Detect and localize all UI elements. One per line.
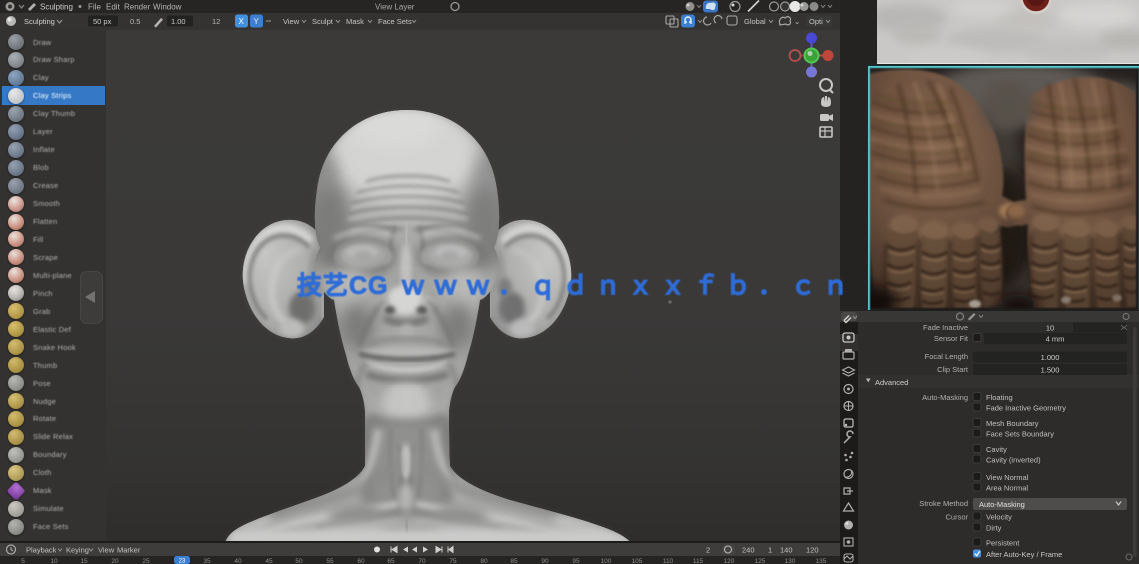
svg-text:Cavity (inverted): Cavity (inverted) — [986, 456, 1041, 465]
svg-text:Face Sets Boundary: Face Sets Boundary — [986, 430, 1054, 439]
svg-text:15: 15 — [80, 558, 88, 564]
svg-text:10: 10 — [1046, 324, 1054, 333]
svg-text:100: 100 — [601, 558, 612, 564]
svg-text:1.000: 1.000 — [1041, 353, 1060, 362]
svg-text:Clip Start: Clip Start — [937, 365, 969, 374]
svg-text:50 px: 50 px — [93, 17, 112, 26]
svg-text:Keying: Keying — [66, 546, 89, 555]
svg-text:120: 120 — [806, 546, 819, 555]
svg-text:Face Sets: Face Sets — [378, 17, 412, 26]
svg-text:1: 1 — [768, 546, 772, 555]
svg-text:After Auto-Key / Frame: After Auto-Key / Frame — [986, 550, 1062, 559]
svg-text:View: View — [98, 546, 115, 555]
svg-text:Advanced: Advanced — [875, 378, 908, 387]
svg-text:Render: Render — [124, 3, 151, 12]
svg-text:0.5: 0.5 — [130, 17, 140, 26]
svg-text:85: 85 — [510, 558, 518, 564]
svg-text:Auto-Masking: Auto-Masking — [979, 500, 1025, 509]
svg-text:File: File — [88, 3, 101, 12]
svg-text:23: 23 — [179, 559, 186, 564]
svg-text:40: 40 — [234, 558, 242, 564]
svg-text:Velocity: Velocity — [986, 513, 1012, 522]
svg-text:Cursor: Cursor — [945, 513, 968, 522]
svg-text:1.00: 1.00 — [171, 17, 186, 26]
svg-text:35: 35 — [203, 558, 211, 564]
svg-text:55: 55 — [326, 558, 334, 564]
svg-text:12: 12 — [212, 17, 220, 26]
svg-text:Marker: Marker — [117, 546, 141, 555]
svg-text:50: 50 — [295, 558, 303, 564]
svg-text:Area Normal: Area Normal — [986, 484, 1028, 493]
svg-text:Sculpting: Sculpting — [40, 3, 73, 12]
svg-text:View Normal: View Normal — [986, 473, 1029, 482]
svg-text:View: View — [283, 17, 300, 26]
svg-text:25: 25 — [142, 558, 150, 564]
svg-text:120: 120 — [724, 558, 735, 564]
svg-text:Playback: Playback — [26, 546, 57, 555]
svg-text:20: 20 — [111, 558, 119, 564]
svg-text:80: 80 — [480, 558, 488, 564]
svg-text:Window: Window — [153, 3, 182, 12]
svg-text:Fade Inactive Geometry: Fade Inactive Geometry — [986, 404, 1066, 413]
svg-text:Fade Inactive: Fade Inactive — [923, 323, 968, 332]
svg-text:125: 125 — [755, 558, 766, 564]
svg-text:75: 75 — [449, 558, 457, 564]
svg-text:1.500: 1.500 — [1041, 366, 1060, 375]
svg-text:Cavity: Cavity — [986, 445, 1007, 454]
svg-text:Y: Y — [254, 17, 260, 26]
svg-text:Floating: Floating — [986, 393, 1013, 402]
svg-text:105: 105 — [632, 558, 643, 564]
svg-text:Sensor Fit: Sensor Fit — [934, 334, 969, 343]
svg-text:Stroke Method: Stroke Method — [919, 499, 968, 508]
svg-text:View Layer: View Layer — [375, 3, 415, 12]
svg-text:Sculpt: Sculpt — [312, 17, 334, 26]
svg-text:Global: Global — [744, 17, 766, 26]
svg-text:Edit: Edit — [106, 3, 121, 12]
svg-text:2: 2 — [706, 546, 710, 555]
svg-text:240: 240 — [742, 546, 755, 555]
svg-text:65: 65 — [387, 558, 395, 564]
svg-text:Mask: Mask — [346, 17, 364, 26]
svg-text:Persistent: Persistent — [986, 539, 1020, 548]
svg-text:45: 45 — [265, 558, 273, 564]
svg-text:10: 10 — [50, 558, 58, 564]
svg-text:140: 140 — [780, 546, 793, 555]
svg-text:Sculpting: Sculpting — [24, 17, 55, 26]
svg-text:90: 90 — [541, 558, 549, 564]
svg-text:4 mm: 4 mm — [1046, 335, 1065, 344]
svg-text:60: 60 — [357, 558, 365, 564]
svg-text:110: 110 — [663, 558, 674, 564]
svg-text:Auto-Masking: Auto-Masking — [922, 393, 968, 402]
svg-text:Dirty: Dirty — [986, 524, 1002, 533]
svg-text:X: X — [239, 17, 245, 26]
svg-text:70: 70 — [418, 558, 426, 564]
svg-text:95: 95 — [572, 558, 580, 564]
svg-text:130: 130 — [785, 558, 796, 564]
svg-text:Mesh Boundary: Mesh Boundary — [986, 419, 1039, 428]
svg-text:Focal Length: Focal Length — [925, 352, 968, 361]
svg-text:5: 5 — [21, 558, 25, 564]
svg-text:135: 135 — [816, 558, 827, 564]
svg-text:115: 115 — [693, 558, 704, 564]
